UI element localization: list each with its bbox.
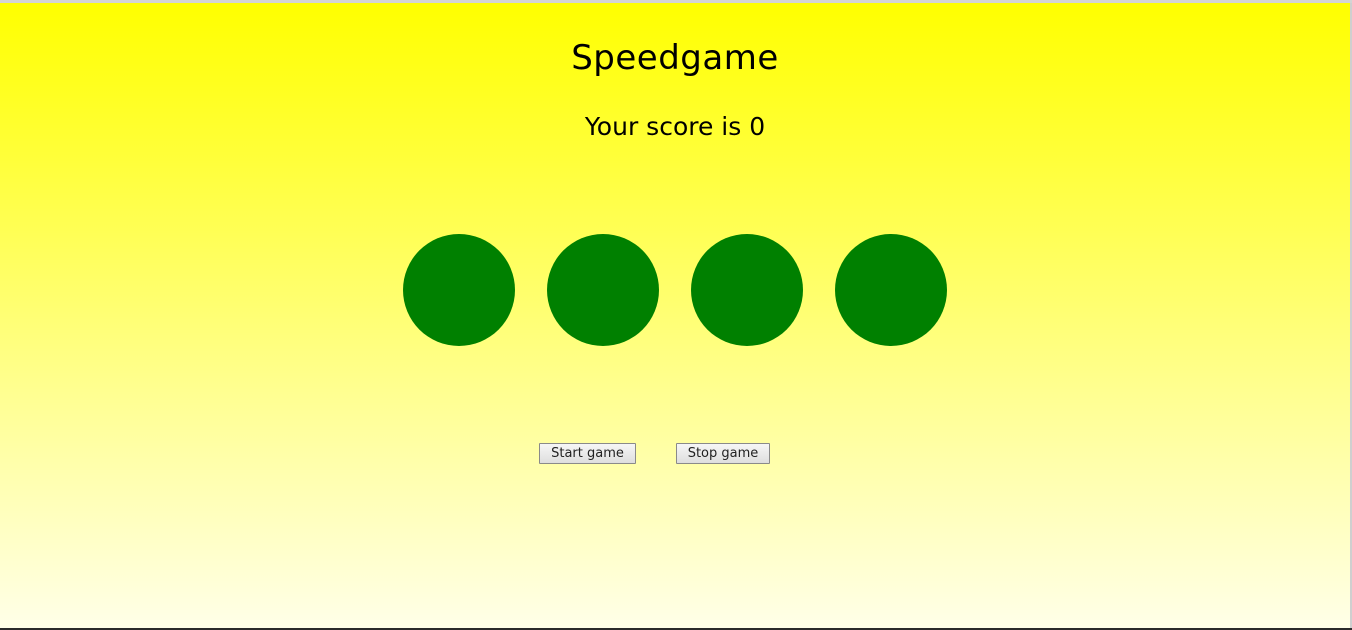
stop-game-button[interactable]: Stop game — [676, 443, 770, 464]
game-title: Speedgame — [571, 38, 779, 78]
score-display: Your score is 0 — [584, 112, 766, 141]
start-game-button[interactable]: Start game — [539, 443, 636, 464]
game-page: Speedgame Your score is 0 Start game Sto… — [0, 3, 1350, 628]
game-circle-3[interactable] — [691, 234, 803, 346]
game-circle-2[interactable] — [547, 234, 659, 346]
game-circle-4[interactable] — [835, 234, 947, 346]
game-circle-1[interactable] — [403, 234, 515, 346]
